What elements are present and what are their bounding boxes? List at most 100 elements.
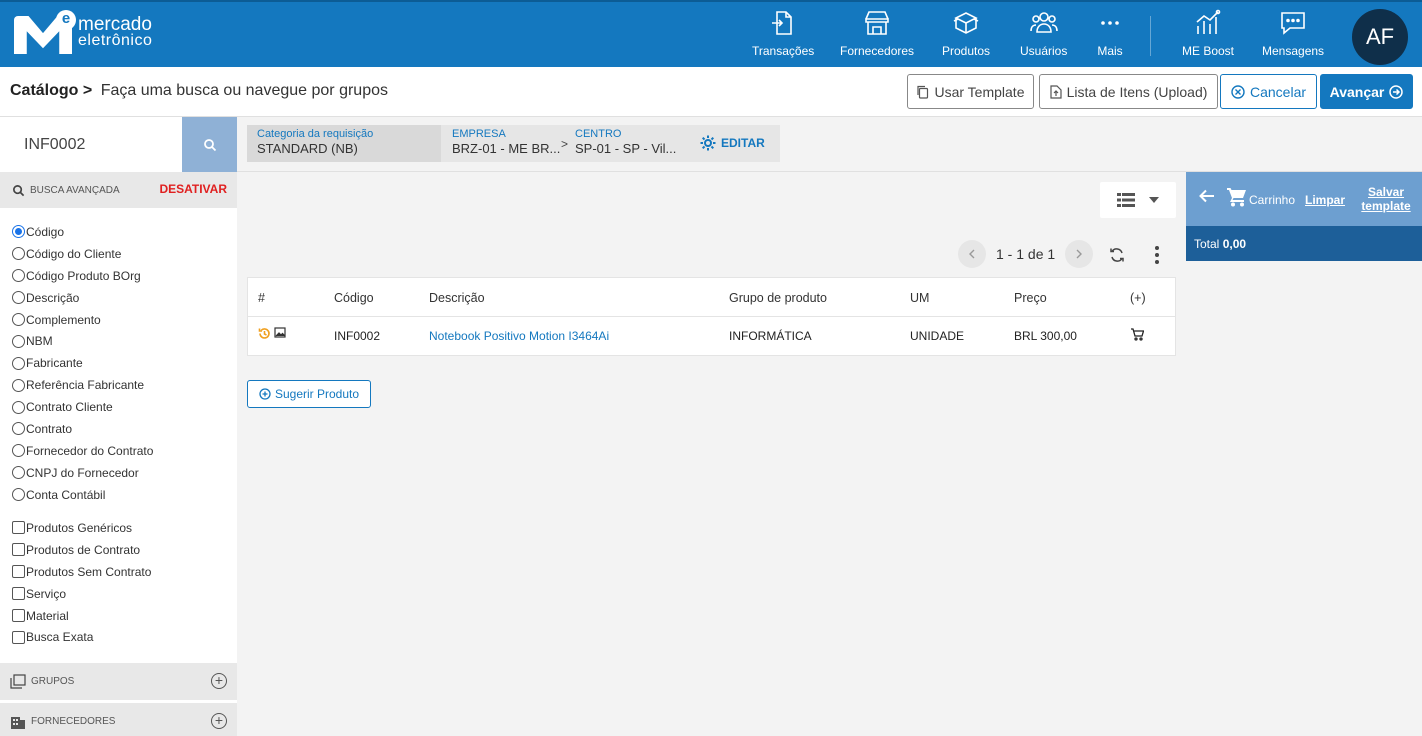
radio-conta-contabil[interactable]: Conta Contábil	[12, 484, 153, 506]
store-icon	[865, 11, 889, 35]
refresh-button[interactable]	[1108, 246, 1126, 269]
row-status-icons	[258, 327, 286, 340]
header-divider	[248, 316, 1175, 317]
expand-suppliers-icon[interactable]: +	[211, 713, 227, 729]
radio-button[interactable]	[12, 247, 25, 261]
arrow-left-icon[interactable]	[1199, 189, 1215, 203]
col-code[interactable]: Código	[334, 291, 374, 305]
radio-button[interactable]	[12, 334, 25, 348]
next-page-button[interactable]	[1065, 240, 1094, 268]
radio-button[interactable]	[12, 225, 25, 239]
checkbox-servico[interactable]: Serviço	[12, 583, 151, 605]
user-avatar[interactable]: AF	[1352, 9, 1408, 65]
upload-items-button[interactable]: Lista de Itens (Upload)	[1039, 74, 1218, 109]
clear-cart-link[interactable]: Limpar	[1305, 193, 1345, 207]
radio-descricao[interactable]: Descrição	[12, 287, 153, 309]
checkbox[interactable]	[12, 609, 25, 622]
view-mode-toggle[interactable]	[1100, 182, 1176, 218]
checkbox-produtos-contrato[interactable]: Produtos de Contrato	[12, 539, 151, 561]
breadcrumb-section[interactable]: Catálogo >	[10, 82, 92, 99]
cart-title: Carrinho	[1249, 193, 1296, 207]
radio-button[interactable]	[12, 488, 25, 502]
radio-complemento[interactable]: Complemento	[12, 309, 153, 331]
nav-me-boost[interactable]: ME Boost	[1182, 8, 1234, 67]
col-unit[interactable]: UM	[910, 291, 929, 305]
copy-icon	[917, 85, 929, 99]
breadcrumb: Catálogo > Faça uma busca ou navegue por…	[10, 82, 388, 100]
radio-button[interactable]	[12, 356, 25, 370]
nav-fornecedores[interactable]: Fornecedores	[840, 8, 914, 67]
caret-down-icon	[1149, 197, 1159, 203]
col-description[interactable]: Descrição	[429, 291, 485, 305]
disable-advanced-search[interactable]: DESATIVAR	[159, 182, 227, 196]
radio-nbm[interactable]: NBM	[12, 330, 153, 352]
col-product-group[interactable]: Grupo de produto	[729, 291, 827, 305]
search-input[interactable]: INF0002	[0, 117, 182, 172]
search-field-options: Código Código do Cliente Código Produto …	[12, 221, 153, 506]
checkbox-produtos-genericos[interactable]: Produtos Genéricos	[12, 517, 151, 539]
title-bar: Catálogo > Faça uma busca ou navegue por…	[0, 67, 1422, 117]
history-icon[interactable]	[258, 327, 271, 340]
search-filter-checkboxes: Produtos Genéricos Produtos de Contrato …	[12, 517, 151, 648]
gear-icon	[700, 135, 716, 151]
radio-button[interactable]	[12, 269, 25, 283]
nav-mensagens[interactable]: Mensagens	[1262, 8, 1324, 67]
checkbox[interactable]	[12, 630, 25, 644]
checkbox[interactable]	[12, 565, 25, 579]
radio-codigo[interactable]: Código	[12, 221, 153, 243]
search-icon	[13, 185, 25, 197]
expand-groups-icon[interactable]: +	[211, 673, 227, 689]
cart-panel: Carrinho Limpar Salvar template Total 0,…	[1186, 172, 1422, 261]
nav-produtos[interactable]: Produtos	[942, 8, 990, 67]
checkbox[interactable]	[12, 587, 25, 601]
company-field: EMPRESA BRZ-01 - ME BR...	[452, 128, 561, 156]
checkbox[interactable]	[12, 521, 25, 535]
radio-button[interactable]	[12, 400, 25, 414]
groups-section-header[interactable]: GRUPOS +	[0, 663, 237, 700]
radio-codigo-produto-borg[interactable]: Código Produto BOrg	[12, 265, 153, 287]
suggest-product-button[interactable]: Sugerir Produto	[247, 380, 371, 408]
radio-button[interactable]	[12, 313, 25, 326]
checkbox-busca-exata[interactable]: Busca Exata	[12, 626, 151, 648]
radio-contrato[interactable]: Contrato	[12, 418, 153, 440]
search-button[interactable]	[182, 117, 237, 172]
radio-cnpj-fornecedor[interactable]: CNPJ do Fornecedor	[12, 462, 153, 484]
radio-contrato-cliente[interactable]: Contrato Cliente	[12, 396, 153, 418]
next-button[interactable]: Avançar	[1320, 74, 1413, 109]
cart-total: Total 0,00	[1186, 226, 1422, 261]
checkbox-material[interactable]: Material	[12, 605, 151, 627]
radio-fornecedor-contrato[interactable]: Fornecedor do Contrato	[12, 440, 153, 462]
edit-filters-button[interactable]: EDITAR	[699, 134, 765, 152]
users-icon	[1029, 12, 1058, 33]
refresh-icon	[1110, 248, 1124, 262]
radio-fabricante[interactable]: Fabricante	[12, 352, 153, 374]
radio-button[interactable]	[12, 444, 25, 458]
product-link[interactable]: Notebook Positivo Motion I3464Ai	[429, 329, 609, 343]
file-upload-icon	[1049, 84, 1062, 99]
suppliers-section-header[interactable]: FORNECEDORES +	[0, 703, 237, 736]
requisition-filter-bar: Categoria da requisição STANDARD (NB) EM…	[237, 117, 1422, 172]
save-template-link[interactable]: Salvar template	[1358, 185, 1414, 213]
col-price[interactable]: Preço	[1014, 291, 1047, 305]
brand-logo[interactable]: e mercado eletrônico	[14, 10, 152, 54]
use-template-button[interactable]: Usar Template	[907, 74, 1034, 109]
radio-button[interactable]	[12, 378, 25, 392]
nav-usuarios[interactable]: Usuários	[1020, 8, 1067, 67]
add-to-cart-button[interactable]	[1130, 328, 1145, 344]
nav-mais[interactable]: Mais	[1095, 8, 1125, 67]
checkbox[interactable]	[12, 543, 25, 557]
cancel-button[interactable]: Cancelar	[1220, 74, 1317, 109]
radio-referencia-fabricante[interactable]: Referência Fabricante	[12, 374, 153, 396]
cell-code: INF0002	[334, 329, 381, 343]
prev-page-button[interactable]	[958, 240, 986, 268]
radio-codigo-cliente[interactable]: Código do Cliente	[12, 243, 153, 265]
requisition-category[interactable]: Categoria da requisição STANDARD (NB)	[247, 125, 441, 162]
image-icon[interactable]	[274, 327, 286, 338]
radio-button[interactable]	[12, 291, 25, 305]
checkbox-produtos-sem-contrato[interactable]: Produtos Sem Contrato	[12, 561, 151, 583]
nav-transacoes[interactable]: Transações	[752, 8, 814, 67]
chevron-left-icon	[969, 249, 975, 259]
radio-button[interactable]	[12, 422, 25, 436]
more-options-menu[interactable]	[1155, 246, 1159, 264]
radio-button[interactable]	[12, 466, 25, 480]
